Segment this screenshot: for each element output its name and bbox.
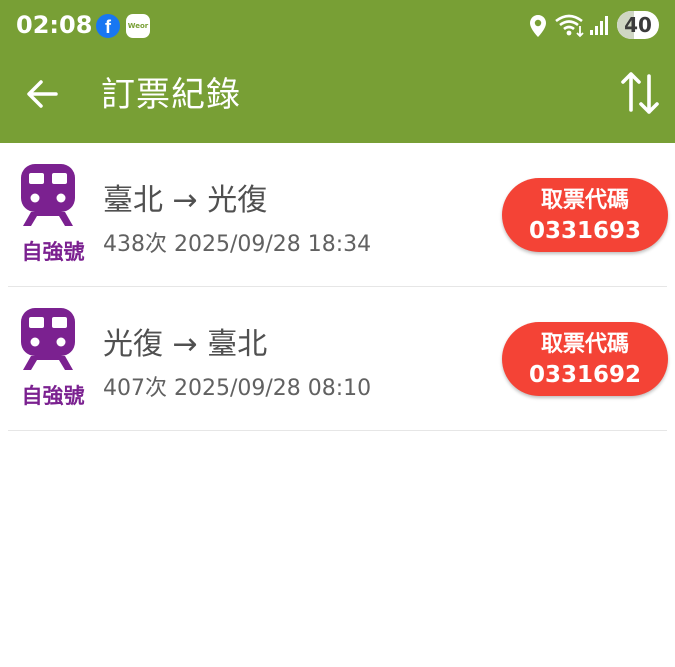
booking-item[interactable]: 自強號 臺北 → 光復 438次 2025/09/28 18:34 取票代碼 0… xyxy=(8,143,668,287)
booking-item[interactable]: 自強號 光復 → 臺北 407次 2025/09/28 08:10 取票代碼 0… xyxy=(8,287,668,431)
pickup-code-label: 取票代碼 xyxy=(540,188,629,213)
pickup-code: 0331693 xyxy=(528,218,642,244)
arrow-left-icon[interactable] xyxy=(24,76,60,112)
pickup-code-label: 取票代碼 xyxy=(540,332,629,357)
app-bar: 02:08 f Weor 40 訂票紀錄 xyxy=(0,0,675,143)
pickup-code: 0331692 xyxy=(528,362,642,388)
trip-detail: 407次 2025/09/28 08:10 xyxy=(103,376,372,401)
trip-detail: 438次 2025/09/28 18:34 xyxy=(103,232,372,257)
train-icon xyxy=(21,308,75,370)
pickup-code-button[interactable]: 取票代碼 0331692 xyxy=(502,322,668,396)
train-icon xyxy=(21,164,75,226)
booking-list: 自強號 臺北 → 光復 438次 2025/09/28 18:34 取票代碼 0… xyxy=(0,143,675,431)
route: 光復 → 臺北 xyxy=(103,327,268,362)
signal-icon xyxy=(590,16,608,35)
pickup-code-button[interactable]: 取票代碼 0331693 xyxy=(502,178,668,252)
route: 臺北 → 光復 xyxy=(103,183,268,218)
app-notification-icon: Weor xyxy=(126,14,150,38)
train-type: 自強號 xyxy=(21,240,85,264)
train-type: 自強號 xyxy=(21,384,85,408)
swap-vertical-icon[interactable] xyxy=(620,70,660,116)
battery-level: 40 xyxy=(624,13,652,37)
status-time: 02:08 xyxy=(16,11,93,39)
page-title: 訂票紀錄 xyxy=(101,75,241,115)
location-icon xyxy=(530,15,546,37)
facebook-icon: f xyxy=(96,14,120,38)
wifi-icon xyxy=(555,14,584,38)
battery-indicator: 40 xyxy=(617,11,659,39)
